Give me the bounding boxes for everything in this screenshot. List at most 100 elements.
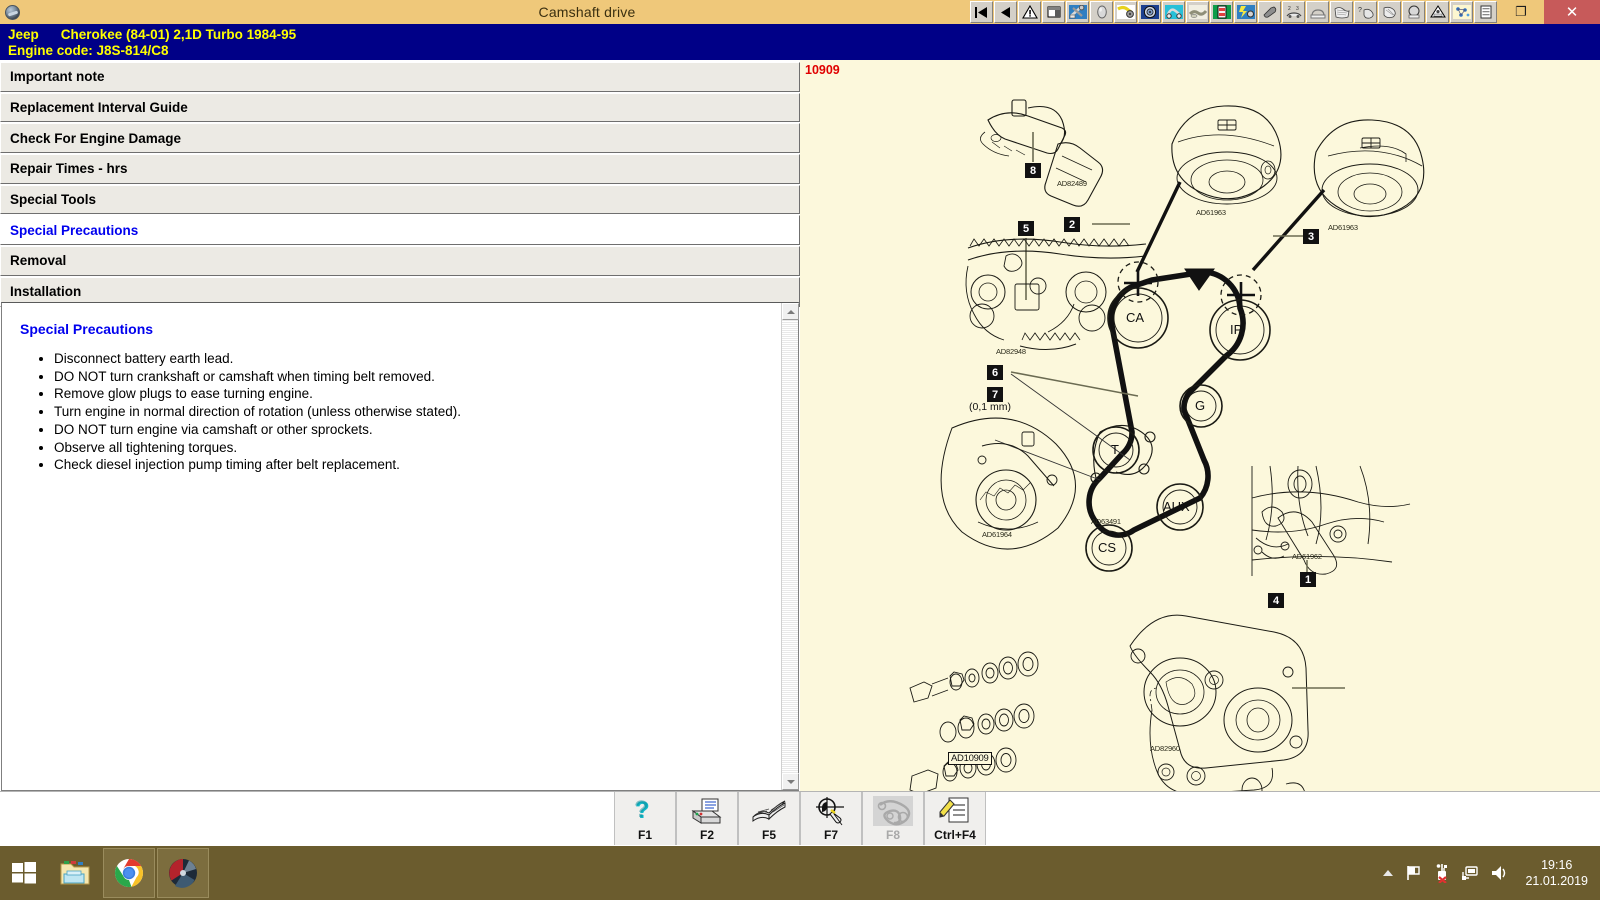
ctrl-f4-notes-button[interactable]: Ctrl+F4	[924, 792, 986, 845]
clock-time: 19:16	[1525, 857, 1588, 873]
precautions-list: Disconnect battery earth lead. DO NOT tu…	[12, 351, 770, 473]
nav-item-important-note[interactable]: Important note	[0, 62, 800, 92]
vehicle-header: JeepCherokee (84-01) 2,1D Turbo 1984-95 …	[0, 24, 1600, 60]
f1-help-button[interactable]: ? ? F1	[614, 792, 676, 845]
taskbar-chrome[interactable]	[103, 848, 155, 898]
sub-ref-ad82948: AD82948	[996, 347, 1026, 356]
callout-6: 6	[987, 365, 1003, 380]
spray-gun-icon[interactable]	[1258, 1, 1281, 23]
list-item: Check diesel injection pump timing after…	[54, 457, 770, 473]
clock-date: 21.01.2019	[1525, 873, 1588, 889]
taskbar-clock[interactable]: 19:16 21.01.2019	[1519, 857, 1592, 889]
f2-print-button[interactable]: F2	[676, 792, 738, 845]
nav-item-replacement-interval-guide[interactable]: Replacement Interval Guide	[0, 93, 800, 123]
close-button[interactable]: ✕	[1544, 0, 1600, 24]
warning-triangle-icon[interactable]	[1018, 1, 1041, 23]
windows-taskbar: 19:16 21.01.2019	[0, 846, 1600, 900]
previous-page-icon[interactable]	[994, 1, 1017, 23]
query-part-icon[interactable]: ?	[1354, 1, 1377, 23]
vehicle-title-line: JeepCherokee (84-01) 2,1D Turbo 1984-95	[8, 26, 1600, 43]
sub-ref-ad61963-right: AD61963	[1328, 223, 1358, 232]
sub-ref-ad82489: AD82489	[1057, 179, 1087, 188]
pulley-label-aux: AUX	[1163, 499, 1190, 514]
sub-ref-ad82960: AD82960	[1150, 744, 1180, 753]
f7-search-button[interactable]: F7	[800, 792, 862, 845]
wiring-diagram-icon[interactable]	[1450, 1, 1473, 23]
airbag-warning-icon[interactable]	[1426, 1, 1449, 23]
nav-item-special-tools[interactable]: Special Tools	[0, 185, 800, 215]
torque-tolerance-note: (0,1 mm)	[969, 401, 1011, 413]
print-box-icon[interactable]	[1306, 1, 1329, 23]
printer-icon	[690, 795, 724, 827]
gearbox-icon[interactable]	[1378, 1, 1401, 23]
wrench-tools-icon[interactable]	[1066, 1, 1089, 23]
svg-text:2: 2	[1288, 6, 1291, 12]
help-question-icon: ? ?	[631, 795, 659, 827]
callout-8: 8	[1025, 163, 1041, 178]
app-icon	[0, 0, 24, 24]
icon-toolbar: 23 ?	[970, 0, 1498, 24]
usb-device-error-icon[interactable]	[1433, 863, 1451, 883]
green-door-icon[interactable]	[1210, 1, 1233, 23]
file-explorer-icon	[58, 858, 92, 888]
diagram-plate-ref: AD10909	[948, 752, 992, 765]
search-tool-icon	[814, 795, 848, 827]
svg-text:3: 3	[1296, 6, 1299, 12]
callout-7: 7	[987, 387, 1003, 402]
nav-item-repair-times[interactable]: Repair Times - hrs	[0, 154, 800, 184]
chrome-browser-icon	[113, 857, 145, 889]
scroll-up-icon[interactable]	[782, 303, 799, 320]
electrics-icon[interactable]	[1234, 1, 1257, 23]
yellow-clamp-icon[interactable]	[1114, 1, 1137, 23]
first-page-icon[interactable]	[970, 1, 993, 23]
list-item: Observe all tightening torques.	[54, 440, 770, 456]
nav-item-check-for-engine-damage[interactable]: Check For Engine Damage	[0, 123, 800, 153]
flag-action-center-icon[interactable]	[1405, 864, 1423, 882]
sub-ref-ad61963-upper: AD61963	[1196, 208, 1226, 217]
wheel-tyre-icon[interactable]	[1138, 1, 1161, 23]
volume-icon[interactable]	[1489, 864, 1509, 882]
f5-book-button[interactable]: F5	[738, 792, 800, 845]
taskbar-autodata[interactable]	[157, 848, 209, 898]
car-dimensions-icon[interactable]: 23	[1282, 1, 1305, 23]
pulley-label-cs: CS	[1098, 540, 1116, 555]
sub-ref-ad63491: AD63491	[1091, 517, 1121, 526]
f7-label: F7	[824, 828, 838, 842]
exhaust-icon[interactable]	[1186, 1, 1209, 23]
window-title: Camshaft drive	[24, 4, 970, 20]
document-list-icon[interactable]	[1474, 1, 1497, 23]
restore-button[interactable]: ❐	[1498, 0, 1544, 24]
window-panel-icon[interactable]	[1042, 1, 1065, 23]
sub-ref-ad61964: AD61964	[982, 530, 1012, 539]
engine-code: Engine code: J8S-814/C8	[8, 43, 1600, 59]
f1-label: F1	[638, 828, 652, 842]
nav-item-special-precautions[interactable]: Special Precautions	[0, 215, 800, 245]
camshaft-drive-diagram	[800, 60, 1600, 791]
diagram-panel: 10909	[800, 60, 1600, 791]
callout-3: 3	[1303, 229, 1319, 244]
f5-label: F5	[762, 828, 776, 842]
content-scrollbar[interactable]	[781, 303, 798, 790]
network-icon[interactable]	[1461, 864, 1479, 882]
callout-5: 5	[1018, 221, 1034, 236]
ctrl-f4-label: Ctrl+F4	[934, 828, 976, 842]
content-body: Special Precautions Disconnect battery e…	[2, 303, 782, 790]
show-hidden-icons-chevron[interactable]	[1381, 868, 1395, 878]
callout-4: 4	[1268, 593, 1284, 608]
start-button[interactable]	[0, 846, 48, 900]
window-controls: ❐ ✕	[1498, 0, 1600, 24]
belt-drive-icon	[873, 795, 913, 827]
list-item: DO NOT turn engine via camshaft or other…	[54, 422, 770, 438]
brake-drum-icon[interactable]	[1402, 1, 1425, 23]
engine-block-icon[interactable]	[1330, 1, 1353, 23]
pulley-label-g: G	[1195, 398, 1205, 413]
suspension-icon[interactable]	[1162, 1, 1185, 23]
f8-belt-button: F8	[862, 792, 924, 845]
taskbar-file-explorer[interactable]	[49, 848, 101, 898]
scroll-down-icon[interactable]	[782, 773, 799, 790]
autodata-app-icon	[167, 857, 199, 889]
section-nav-list: Important note Replacement Interval Guid…	[0, 62, 800, 308]
nav-item-removal[interactable]: Removal	[0, 246, 800, 276]
egg-oval-icon[interactable]	[1090, 1, 1113, 23]
content-panel: Special Precautions Disconnect battery e…	[1, 302, 799, 791]
